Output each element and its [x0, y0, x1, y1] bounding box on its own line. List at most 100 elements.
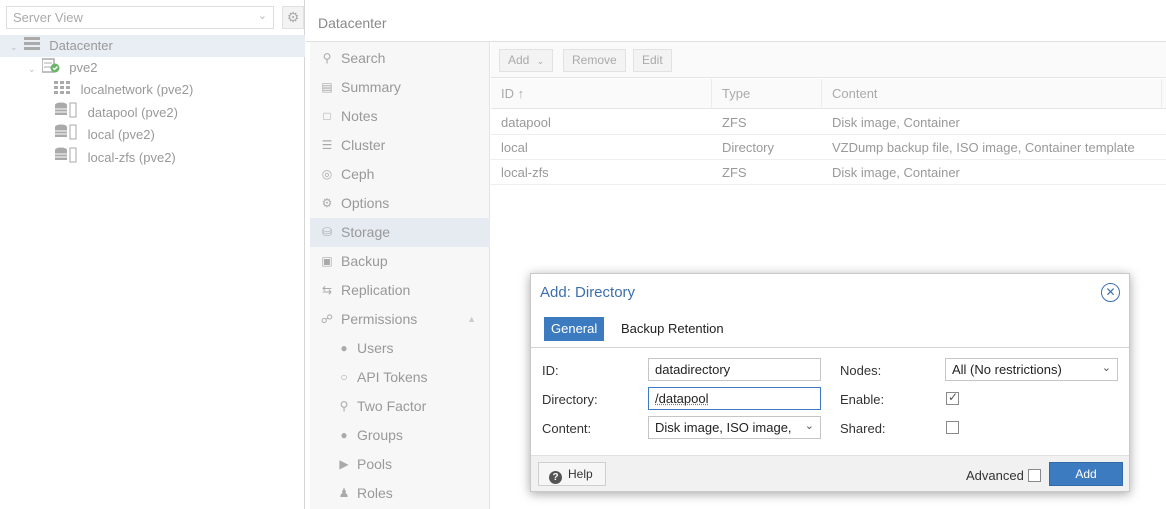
ceph-icon: ◎	[321, 167, 333, 181]
datacenter-icon	[23, 36, 40, 58]
menu-item-roles[interactable]: ♟ Roles	[310, 479, 490, 508]
nodes-select[interactable]: All (No restrictions) ⌄	[945, 358, 1118, 381]
content-select-value: Disk image, ISO image,	[655, 420, 792, 435]
directory-field[interactable]: /datapool	[648, 387, 821, 410]
dialog-tabs: General Backup Retention	[531, 317, 1129, 348]
menu-item-label: Summary	[341, 79, 401, 95]
menu-item-label: Two Factor	[357, 398, 427, 414]
menu-item-label: Search	[341, 50, 386, 66]
gear-icon: ⚙	[321, 196, 333, 210]
chevron-down-icon: ⌄	[536, 56, 545, 66]
collapse-icon: ⌄	[10, 41, 18, 52]
table-row[interactable]: local Directory VZDump backup file, ISO …	[491, 135, 1166, 160]
menu-item-replication[interactable]: ⇆ Replication	[310, 276, 490, 305]
remove-label: Remove	[572, 53, 617, 67]
cell-content: Disk image, Container	[832, 115, 960, 130]
column-header-content[interactable]: Content	[822, 79, 1162, 109]
menu-item-label: Ceph	[341, 166, 375, 182]
collapse-icon: ⌄	[28, 63, 36, 74]
enable-label: Enable:	[840, 392, 885, 407]
resource-tree-panel: Server View ⌄ ⚙ ⌄ Datacenter ⌄ pve2 loca…	[0, 0, 305, 509]
tree-item-label: local (pve2)	[87, 127, 155, 142]
datacenter-menu: ⚲ Search ▤ Summary □ Notes ☰ Cluster ◎ Ceph ⚙…	[310, 42, 490, 509]
dialog-footer: ? Help Advanced Add	[531, 455, 1129, 491]
cell-id: local-zfs	[501, 165, 549, 180]
add-directory-dialog: Add: Directory ✕ General Backup Retentio…	[530, 273, 1130, 492]
menu-item-label: Notes	[341, 108, 378, 124]
advanced-label: Advanced	[966, 468, 1024, 483]
tree-item-local-zfs[interactable]: local-zfs (pve2)	[0, 147, 305, 169]
tree-item-localnetwork[interactable]: localnetwork (pve2)	[0, 79, 305, 101]
content-header: Datacenter	[306, 0, 1166, 42]
tree-item-datapool[interactable]: datapool (pve2)	[0, 102, 305, 124]
menu-item-label: Users	[357, 340, 394, 356]
menu-item-search[interactable]: ⚲ Search	[310, 44, 490, 73]
menu-item-options[interactable]: ⚙ Options	[310, 189, 490, 218]
tree-item-label: localnetwork (pve2)	[80, 82, 194, 97]
column-header-id[interactable]: ID ↑	[491, 79, 712, 109]
book-icon: ▤	[321, 80, 333, 94]
menu-item-summary[interactable]: ▤ Summary	[310, 73, 490, 102]
cell-id: local	[501, 140, 528, 155]
menu-item-two-factor[interactable]: ⚲ Two Factor	[310, 392, 490, 421]
view-selector[interactable]: Server View ⌄	[6, 6, 274, 29]
directory-field-value: /datapool	[655, 391, 709, 406]
menu-item-label: Groups	[357, 427, 403, 443]
male-icon: ♟	[338, 486, 350, 500]
question-icon: ?	[549, 471, 562, 484]
edit-label: Edit	[642, 53, 663, 67]
content-select[interactable]: Disk image, ISO image, ⌄	[648, 416, 821, 439]
menu-item-ceph[interactable]: ◎ Ceph	[310, 160, 490, 189]
tree-item-label: local-zfs (pve2)	[87, 150, 176, 165]
tree-item-label: pve2	[69, 60, 98, 75]
add-button[interactable]: Add	[1049, 462, 1123, 486]
remove-button[interactable]: Remove	[563, 49, 626, 72]
menu-item-users[interactable]: ● Users	[310, 334, 490, 363]
menu-item-label: Replication	[341, 282, 411, 298]
tab-general[interactable]: General	[544, 317, 605, 341]
page-title: Datacenter	[318, 15, 387, 31]
menu-item-label: Pools	[357, 456, 393, 472]
id-field-value: datadirectory	[655, 362, 731, 377]
floppy-icon: ▣	[321, 254, 333, 268]
tags-icon: ▶	[339, 457, 349, 471]
shared-label: Shared:	[840, 421, 886, 436]
add-storage-label: Add	[508, 53, 530, 67]
menu-item-label: Permissions	[341, 311, 418, 327]
menu-item-storage[interactable]: ⛁ Storage	[310, 218, 490, 247]
menu-item-notes[interactable]: □ Notes	[310, 102, 490, 131]
menu-item-groups[interactable]: ● Groups	[310, 421, 490, 450]
tree-item-pve2[interactable]: ⌄ pve2	[0, 57, 305, 79]
table-row[interactable]: local-zfs ZFS Disk image, Container	[491, 160, 1166, 185]
tree-item-local[interactable]: local (pve2)	[0, 124, 305, 146]
chevron-down-icon: ⌄	[257, 10, 267, 22]
menu-item-label: Roles	[357, 485, 393, 501]
unlock-icon: ☍	[320, 312, 334, 326]
menu-item-pools[interactable]: ▶ Pools	[310, 450, 490, 479]
add-storage-button[interactable]: Add ⌄	[499, 49, 554, 72]
tree-item-datacenter[interactable]: ⌄ Datacenter	[0, 35, 305, 57]
advanced-checkbox[interactable]	[1028, 469, 1041, 482]
menu-item-cluster[interactable]: ☰ Cluster	[310, 131, 490, 160]
close-icon[interactable]: ✕	[1101, 283, 1120, 302]
menu-item-permissions[interactable]: ☍ Permissions ▲	[310, 305, 490, 334]
edit-button[interactable]: Edit	[633, 49, 672, 72]
id-field[interactable]: datadirectory	[648, 358, 821, 381]
network-icon	[54, 80, 71, 102]
column-header-type[interactable]: Type	[712, 79, 822, 109]
menu-item-backup[interactable]: ▣ Backup	[310, 247, 490, 276]
gear-icon[interactable]: ⚙	[282, 6, 304, 29]
table-row[interactable]: datapool ZFS Disk image, Container	[491, 110, 1166, 135]
user-outline-icon: ○	[340, 370, 348, 384]
help-button[interactable]: ? Help	[538, 462, 606, 486]
enable-checkbox[interactable]: ✓	[946, 390, 959, 405]
nodes-select-value: All (No restrictions)	[952, 362, 1062, 377]
storage-icon	[54, 147, 78, 170]
tree-item-label: datapool (pve2)	[87, 105, 178, 120]
server-icon: ☰	[321, 138, 333, 152]
check-icon: ✓	[948, 390, 959, 404]
menu-item-api-tokens[interactable]: ○ API Tokens	[310, 363, 490, 392]
shared-checkbox[interactable]	[946, 421, 959, 434]
grid-header: ID ↑ Type Content	[491, 79, 1166, 109]
tab-backup-retention[interactable]: Backup Retention	[614, 317, 731, 341]
